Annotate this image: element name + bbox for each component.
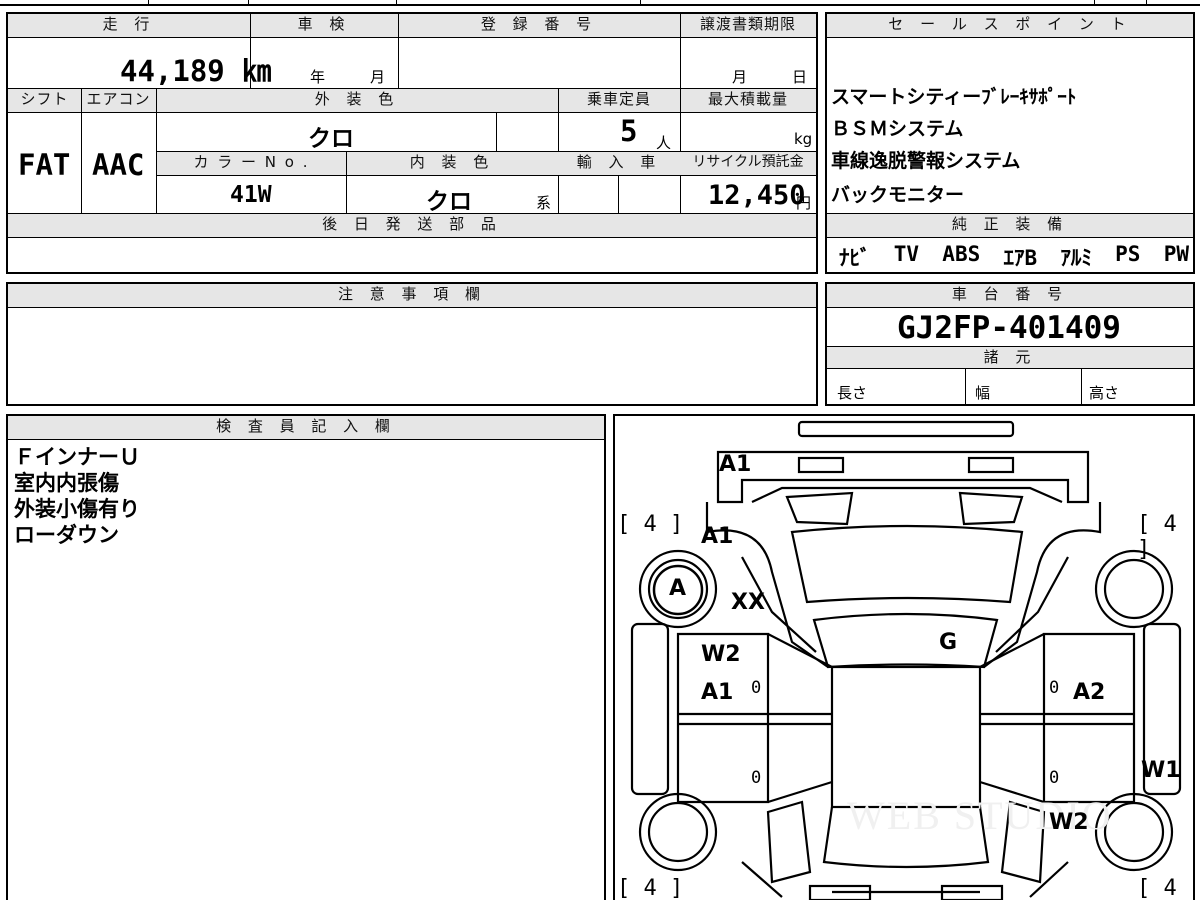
equipment-item: PS: [1115, 242, 1141, 266]
divider: [618, 176, 619, 213]
equipment-header: 純 正 装 備: [827, 214, 1193, 238]
sales-point-item: バックモニター: [831, 184, 965, 206]
top-strip-divider: [1146, 0, 1147, 6]
mark-right-front-door: A2: [1073, 680, 1106, 705]
equipment-item: ｱﾙﾐ: [1060, 246, 1092, 270]
specs-header: 諸 元: [827, 347, 1193, 369]
top-strip-divider: [640, 0, 641, 6]
shaken-year: 年: [310, 68, 326, 86]
equipment-item: ﾅﾋﾞ: [839, 246, 871, 270]
registration-header: 登 録 番 号: [398, 14, 680, 38]
chassis-number: GJ2FP-401409: [897, 310, 1121, 346]
equipment-item: TV: [893, 242, 920, 266]
sales-point-item: スマートシティーﾌﾞﾚｰｷｻﾎﾟｰﾄ: [831, 86, 1077, 108]
inspector-note: 外装小傷有り: [14, 497, 140, 521]
color-no-header: カ ラ ー N o .: [157, 152, 346, 176]
door-zero: 0: [1049, 768, 1060, 788]
vehicle-info-box: 走 行 車 検 登 録 番 号 譲渡書類期限 44,189 ㎞ 年 月 月 日 …: [6, 12, 818, 274]
inspector-box: 検 査 員 記 入 欄 ＦインナーＵ 室内内張傷 外装小傷有り ローダウン: [6, 414, 606, 900]
divider: [965, 369, 966, 404]
mark-left-front-fender: XX: [731, 590, 765, 615]
shift-value: FAT: [18, 148, 71, 182]
top-strip-divider: [1094, 0, 1095, 6]
equipment-list: ﾅﾋﾞ TV ABS ｴｱB ｱﾙﾐ PS PW: [839, 242, 1189, 272]
exterior-value: クロ: [308, 126, 354, 152]
inspector-note: ＦインナーＵ: [14, 445, 140, 469]
sales-point-item: ＢＳＭシステム: [831, 118, 964, 140]
chassis-header: 車 台 番 号: [827, 284, 1193, 308]
tire-left-rear-label: [ 4 ]: [617, 876, 684, 900]
car-diagram-box: WEB STUDIO [ 4 ] [ 4 ] [ 4 ] [ 4 ] A1 A1…: [613, 414, 1195, 900]
sales-point-header: セ ー ル ス ポ イ ン ト: [827, 14, 1193, 38]
mark-right-rear-quarter: W1: [1141, 758, 1181, 783]
divider: [1081, 369, 1082, 404]
interior-value: クロ: [426, 189, 472, 215]
mark-left-front-door-1: W2: [701, 642, 741, 667]
top-strip-divider: [248, 0, 249, 6]
caution-box: 注 意 事 項 欄: [6, 282, 818, 406]
equipment-item: ｴｱB: [1003, 246, 1038, 270]
capacity-header: 乗車定員: [558, 89, 680, 113]
shaken-header: 車 検: [250, 14, 398, 38]
shaken-month: 月: [370, 68, 386, 86]
divider: [398, 14, 399, 88]
inspector-notes: ＦインナーＵ 室内内張傷 外装小傷有り ローダウン: [14, 444, 140, 548]
sales-point-box: セ ー ル ス ポ イ ン ト スマートシティーﾌﾞﾚｰｷｻﾎﾟｰﾄ ＢＳＭシス…: [825, 12, 1195, 274]
divider: [680, 14, 681, 88]
color-no-value: 41W: [230, 182, 272, 208]
mark-left-front-door-2: A1: [701, 680, 734, 705]
exterior-header: 外 装 色: [156, 89, 558, 113]
divider: [81, 89, 82, 213]
aircon-value: AAC: [92, 148, 145, 182]
recycle-header: リサイクル預託金: [680, 152, 816, 176]
chassis-box: 車 台 番 号 GJ2FP-401409 諸 元 長さ 幅 高さ: [825, 282, 1195, 406]
equipment-item: PW: [1163, 242, 1189, 266]
top-strip: [0, 0, 1200, 6]
max-load-unit: kg: [794, 130, 813, 148]
import-header: 輸 入 車: [558, 152, 680, 176]
interior-unit: 系: [536, 194, 552, 212]
deadline-month: 月: [732, 68, 748, 86]
door-zero: 0: [751, 768, 762, 788]
mark-hood-left: A1: [701, 524, 734, 549]
recycle-unit: 円: [796, 194, 812, 212]
inspector-note: 室内内張傷: [14, 471, 119, 495]
inspector-header: 検 査 員 記 入 欄: [8, 416, 604, 440]
deadline-day: 日: [792, 68, 808, 86]
length-label: 長さ: [837, 384, 868, 402]
max-load-header: 最大積載量: [680, 89, 816, 113]
mark-right-rear-fender: W2: [1049, 810, 1089, 835]
mark-left-front-wheel: A: [669, 576, 687, 601]
deadline-header: 譲渡書類期限: [680, 14, 816, 38]
inspector-note: ローダウン: [14, 523, 119, 547]
mileage-header: 走 行: [8, 14, 250, 38]
tire-right-front-label: [ 4 ]: [1137, 512, 1177, 562]
tire-right-rear-label: [ 4 ]: [1137, 876, 1177, 900]
mark-windshield: G: [939, 630, 958, 655]
height-label: 高さ: [1089, 384, 1120, 402]
capacity-unit: 人: [656, 134, 672, 152]
mileage-value: 44,189 ㎞: [120, 54, 272, 88]
width-label: 幅: [975, 384, 991, 402]
top-strip-divider: [148, 0, 149, 6]
door-zero: 0: [1049, 678, 1060, 698]
divider: [496, 113, 497, 151]
aircon-header: エアコン: [81, 89, 156, 113]
divider: [346, 152, 347, 213]
tire-left-front-label: [ 4 ]: [617, 512, 684, 537]
recycle-value: 12,450: [708, 180, 806, 211]
interior-header: 内 装 色: [346, 152, 558, 176]
mark-front-bumper: A1: [719, 452, 752, 477]
capacity-value: 5: [620, 114, 638, 148]
later-parts-header: 後 日 発 送 部 品: [8, 214, 816, 238]
sales-point-item: 車線逸脱警報システム: [831, 150, 1021, 172]
door-zero: 0: [751, 678, 762, 698]
caution-header: 注 意 事 項 欄: [8, 284, 816, 308]
shift-header: シフト: [8, 89, 81, 113]
top-strip-divider: [396, 0, 397, 6]
equipment-item: ABS: [942, 242, 981, 266]
